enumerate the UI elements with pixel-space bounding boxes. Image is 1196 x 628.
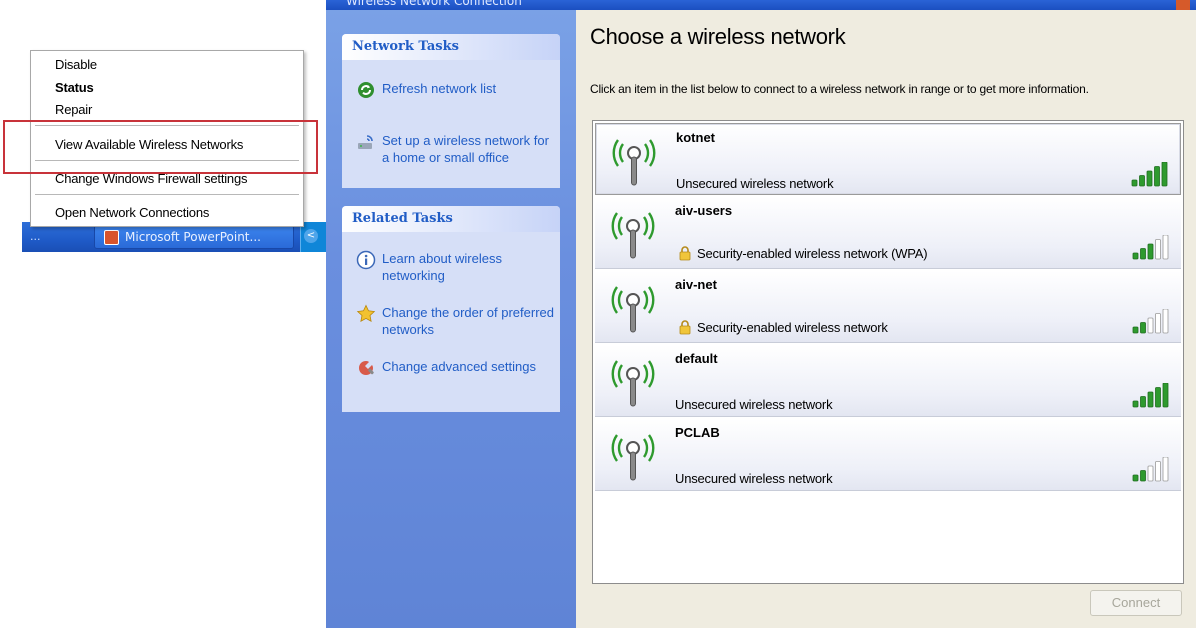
network-name: default	[675, 351, 718, 366]
page-title: Choose a wireless network	[590, 24, 846, 49]
signal-bar	[1155, 387, 1161, 408]
wireless-antenna-icon	[612, 139, 656, 186]
menu-separator	[35, 194, 299, 195]
network-list: kotnet Unsecured wireless network aiv-user…	[592, 120, 1184, 584]
network-security-status: Security-enabled wireless network	[677, 319, 888, 335]
related-tasks-box: Related Tasks Learn about wireless netwo…	[342, 206, 560, 412]
signal-bar	[1132, 474, 1139, 482]
signal-bar	[1154, 166, 1160, 187]
signal-strength-icon	[1131, 162, 1168, 187]
network-status-text: Unsecured wireless network	[675, 471, 833, 486]
wireless-antenna-icon	[611, 212, 655, 259]
refresh-network-list-link[interactable]: Refresh network list	[382, 80, 554, 97]
network-status-text: Unsecured wireless network	[675, 397, 833, 412]
taskbar-button-powerpoint[interactable]: Microsoft PowerPoint...	[94, 225, 294, 249]
signal-strength-icon	[1132, 457, 1169, 482]
network-row[interactable]: kotnet Unsecured wireless network	[595, 123, 1181, 195]
signal-bar	[1162, 235, 1169, 260]
network-row[interactable]: default Unsecured wireless network	[595, 345, 1181, 417]
signal-bar	[1146, 170, 1153, 187]
setup-wireless-network-link[interactable]: Set up a wireless network for a home or …	[382, 132, 554, 166]
star-icon	[356, 304, 376, 322]
change-advanced-settings-link[interactable]: Change advanced settings	[382, 358, 554, 375]
network-row[interactable]: aiv-net Security-enabled wireless network	[595, 271, 1181, 343]
setup-network-icon	[358, 135, 373, 149]
refresh-icon	[358, 82, 374, 98]
connect-button[interactable]: Connect	[1090, 590, 1182, 616]
network-security-status: Unsecured wireless network	[675, 397, 833, 412]
signal-bar	[1147, 243, 1154, 260]
menu-item-status[interactable]: Status	[55, 79, 94, 97]
signal-bar	[1147, 317, 1154, 334]
signal-bar	[1162, 457, 1169, 482]
signal-bar	[1140, 470, 1146, 482]
network-name: kotnet	[676, 130, 715, 145]
network-status-text: Security-enabled wireless network	[697, 320, 888, 335]
signal-strength-icon	[1132, 235, 1169, 260]
signal-bar	[1132, 252, 1139, 260]
signal-bar	[1155, 461, 1161, 482]
wireless-antenna-icon	[611, 434, 655, 481]
info-icon	[356, 250, 376, 270]
signal-bar	[1162, 383, 1169, 408]
taskbar-overflow[interactable]: ...	[30, 230, 41, 243]
menu-item-open-network-connections[interactable]: Open Network Connections	[55, 204, 209, 222]
menu-item-disable[interactable]: Disable	[55, 56, 97, 74]
lock-icon	[679, 320, 691, 335]
network-status-text: Unsecured wireless network	[676, 176, 834, 191]
close-icon[interactable]	[1176, 0, 1190, 10]
signal-bar	[1132, 326, 1139, 334]
network-row[interactable]: aiv-users Security-enabled wireless netwo…	[595, 197, 1181, 269]
learn-wireless-networking-link[interactable]: Learn about wireless networking	[382, 250, 554, 284]
signal-bar	[1147, 391, 1154, 408]
settings-icon	[359, 361, 374, 375]
system-tray: <	[300, 222, 328, 252]
network-row[interactable]: PCLAB Unsecured wireless network	[595, 419, 1181, 491]
instructions-text: Click an item in the list below to conne…	[590, 82, 1089, 96]
signal-bar	[1162, 309, 1169, 334]
signal-bar	[1147, 465, 1154, 482]
signal-bar	[1140, 248, 1146, 260]
signal-bar	[1155, 313, 1161, 334]
signal-strength-icon	[1132, 309, 1169, 334]
window-title: Wireless Network Connection	[346, 0, 522, 8]
wireless-network-window: Wireless Network Connection Network Task…	[326, 0, 1196, 628]
wireless-antenna-icon	[611, 360, 655, 407]
network-name: aiv-users	[675, 203, 733, 218]
signal-bar	[1132, 400, 1139, 408]
related-tasks-header[interactable]: Related Tasks	[342, 206, 560, 232]
network-security-status: Unsecured wireless network	[676, 176, 834, 191]
wireless-antenna-icon	[611, 286, 655, 333]
signal-strength-icon	[1132, 383, 1169, 408]
network-security-status: Unsecured wireless network	[675, 471, 833, 486]
network-name: aiv-net	[675, 277, 717, 292]
network-tasks-header[interactable]: Network Tasks	[342, 34, 560, 60]
signal-bar	[1161, 162, 1168, 187]
change-network-order-link[interactable]: Change the order of preferred networks	[382, 304, 554, 338]
lock-icon	[679, 246, 691, 261]
signal-bar	[1140, 322, 1146, 334]
signal-bar	[1131, 179, 1138, 187]
taskbar-button-label: Microsoft PowerPoint...	[125, 230, 261, 244]
network-security-status: Security-enabled wireless network (WPA)	[677, 245, 928, 261]
content-area: Choose a wireless network Click an item …	[576, 10, 1196, 628]
network-tasks-box: Network Tasks Refresh network list Set u…	[342, 34, 560, 188]
highlight-annotation	[3, 120, 318, 174]
network-status-text: Security-enabled wireless network (WPA)	[697, 246, 928, 261]
tray-expand-icon[interactable]: <	[304, 229, 318, 243]
signal-bar	[1155, 239, 1161, 260]
powerpoint-icon	[104, 230, 119, 245]
signal-bar	[1139, 175, 1145, 187]
signal-bar	[1140, 396, 1146, 408]
task-pane: Network Tasks Refresh network list Set u…	[326, 10, 576, 628]
network-name: PCLAB	[675, 425, 720, 440]
title-bar[interactable]: Wireless Network Connection	[326, 0, 1196, 10]
menu-item-repair[interactable]: Repair	[55, 101, 92, 119]
